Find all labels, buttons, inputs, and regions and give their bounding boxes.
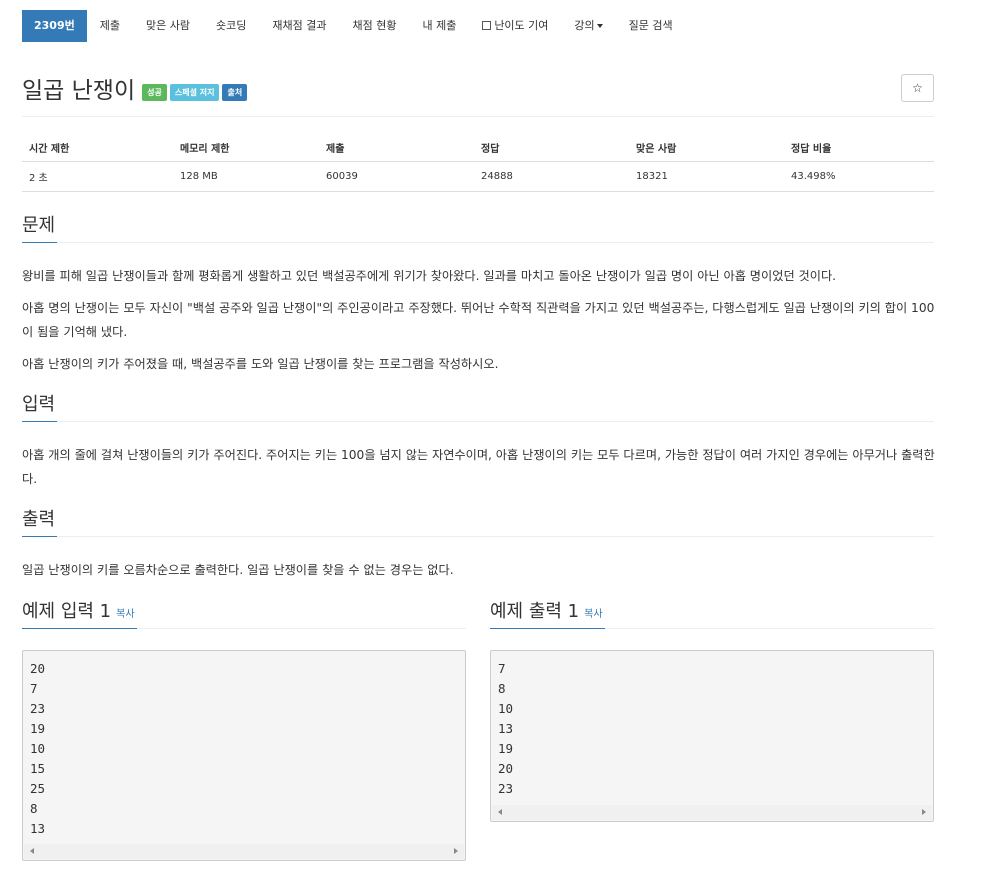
problem-nav-tabs: 2309번 제출 맞은 사람 숏코딩 재채점 결과 채점 현황 내 제출 난이도… xyxy=(22,10,686,42)
copy-sample-input-button[interactable]: 복사 xyxy=(116,609,134,620)
star-icon: ☆ xyxy=(912,81,923,95)
sample-input-title-text: 예제 입력 1 xyxy=(22,601,112,622)
sample-input-headline: 예제 입력 1 복사 xyxy=(22,599,466,629)
input-description: 아홉 개의 줄에 걸쳐 난쟁이들의 키가 주어진다. 주어지는 키는 100을 … xyxy=(22,448,935,486)
copy-sample-output-button[interactable]: 복사 xyxy=(584,609,602,620)
sample-output-title: 예제 출력 1 복사 xyxy=(490,599,605,629)
tab-submit[interactable]: 제출 xyxy=(87,10,133,42)
tab-difficulty-label: 난이도 기여 xyxy=(494,19,549,32)
tab-question-search[interactable]: 질문 검색 xyxy=(616,10,686,42)
info-header-row: 시간 제한 메모리 제한 제출 정답 맞은 사람 정답 비율 xyxy=(22,134,934,162)
value-submissions: 60039 xyxy=(319,161,474,192)
tab-lectures-label: 강의 xyxy=(574,19,595,32)
info-value-row: 2 초 128 MB 60039 24888 18321 43.498% xyxy=(22,161,934,192)
external-link-icon xyxy=(482,21,492,30)
header-submissions: 제출 xyxy=(319,134,474,162)
output-title: 출력 xyxy=(22,507,58,537)
output-headline: 출력 xyxy=(22,507,934,537)
tab-judge-status[interactable]: 채점 현황 xyxy=(339,10,409,42)
sample-output-scrollbar[interactable] xyxy=(492,805,932,820)
problem-info-table: 시간 제한 메모리 제한 제출 정답 맞은 사람 정답 비율 2 초 128 M… xyxy=(22,134,934,192)
output-description: 일곱 난쟁이의 키를 오름차순으로 출력한다. 일곱 난쟁이를 찾을 수 없는 … xyxy=(22,563,454,577)
scroll-right-arrow-icon[interactable] xyxy=(454,848,458,854)
special-judge-badge[interactable]: 스페셜 저지 xyxy=(169,83,220,101)
input-headline: 입력 xyxy=(22,392,934,422)
scroll-right-arrow-icon[interactable] xyxy=(922,809,926,815)
tab-difficulty-contribution[interactable]: 난이도 기여 xyxy=(469,10,561,42)
description-headline: 문제 xyxy=(22,213,934,243)
sample-input-title: 예제 입력 1 복사 xyxy=(22,599,137,629)
header-time-limit: 시간 제한 xyxy=(22,134,173,162)
sample-output-text: 7 8 10 13 19 20 23 xyxy=(498,661,514,796)
tab-short-coding[interactable]: 숏코딩 xyxy=(203,10,259,42)
header-accepted: 정답 xyxy=(474,134,629,162)
header-accept-ratio: 정답 비율 xyxy=(784,134,934,162)
title-divider xyxy=(22,116,934,117)
favorite-star-button[interactable]: ☆ xyxy=(901,74,934,102)
tab-rejudge-result[interactable]: 재채점 결과 xyxy=(259,10,339,42)
status-badge-success: 성공 xyxy=(142,83,167,101)
description-paragraph-2: 아홉 명의 난쟁이는 모두 자신이 "백설 공주와 일곱 난쟁이"의 주인공이라… xyxy=(22,301,935,339)
sample-output-box[interactable]: 7 8 10 13 19 20 23 xyxy=(490,650,934,822)
sample-input-text: 20 7 23 19 10 15 25 8 13 xyxy=(30,661,46,836)
page-title: 일곱 난쟁이 xyxy=(22,78,136,104)
value-time-limit: 2 초 xyxy=(22,161,173,192)
scroll-left-arrow-icon[interactable] xyxy=(30,848,34,854)
input-title: 입력 xyxy=(22,392,58,422)
header-accepted-users: 맞은 사람 xyxy=(629,134,784,162)
description-title: 문제 xyxy=(22,213,58,243)
tab-my-submissions[interactable]: 내 제출 xyxy=(409,10,469,42)
sample-output-title-text: 예제 출력 1 xyxy=(490,601,580,622)
value-accepted-users: 18321 xyxy=(629,161,784,192)
sample-input-box[interactable]: 20 7 23 19 10 15 25 8 13 xyxy=(22,650,466,861)
header-memory-limit: 메모리 제한 xyxy=(173,134,319,162)
sample-input-scrollbar[interactable] xyxy=(24,844,464,859)
tab-accepted-users[interactable]: 맞은 사람 xyxy=(133,10,203,42)
value-accepted: 24888 xyxy=(474,161,629,192)
tab-lectures-dropdown[interactable]: 강의 xyxy=(561,10,615,42)
sample-output-headline: 예제 출력 1 복사 xyxy=(490,599,934,629)
scroll-left-arrow-icon[interactable] xyxy=(498,809,502,815)
description-paragraph-3: 아홉 난쟁이의 키가 주어졌을 때, 백설공주를 도와 일곱 난쟁이를 찾는 프… xyxy=(22,357,499,371)
value-accept-ratio: 43.498% xyxy=(784,161,934,192)
caret-down-icon xyxy=(596,24,603,28)
tab-problem[interactable]: 2309번 xyxy=(22,10,87,42)
source-badge[interactable]: 출처 xyxy=(222,83,248,101)
problem-title-row: 일곱 난쟁이 성공 스페셜 저지 출처 xyxy=(22,72,248,104)
value-memory-limit: 128 MB xyxy=(173,161,319,192)
description-paragraph-1: 왕비를 피해 일곱 난쟁이들과 함께 평화롭게 생활하고 있던 백설공주에게 위… xyxy=(22,269,837,283)
